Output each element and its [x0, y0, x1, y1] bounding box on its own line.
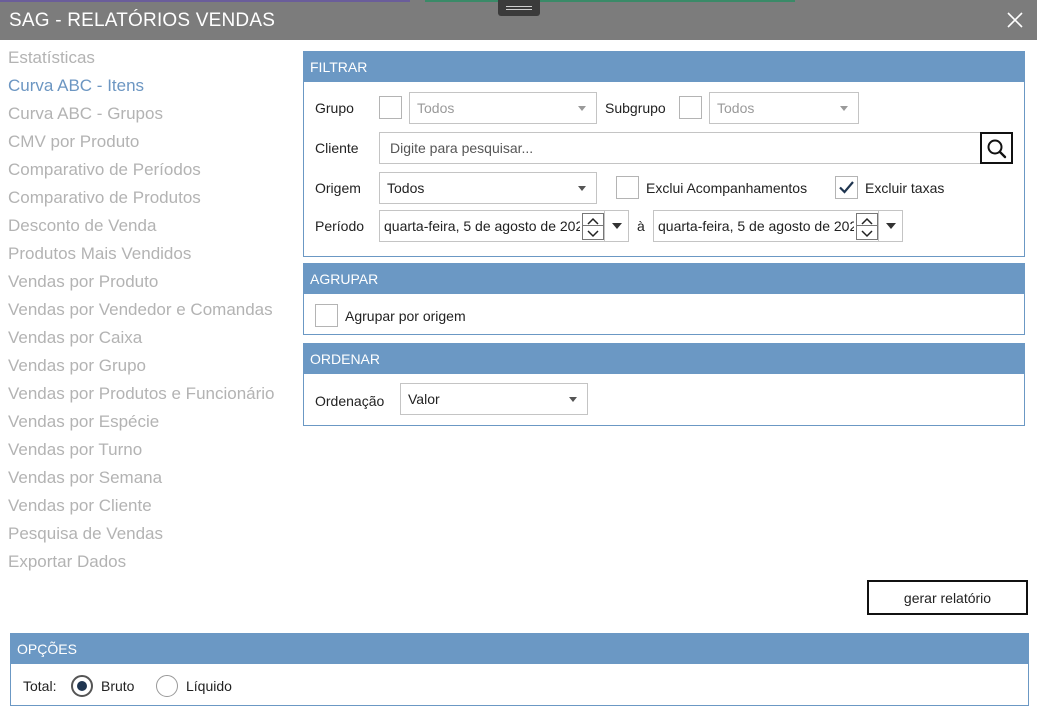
chevron-down-icon: [578, 106, 586, 111]
subgrupo-select-value: Todos: [717, 100, 755, 116]
window-title: SAG - RELATÓRIOS VENDAS: [9, 10, 276, 31]
date-from-picker[interactable]: quarta-feira, 5 de agosto de 2020: [379, 210, 629, 242]
sidebar-item-vendas-por-cliente[interactable]: Vendas por Cliente: [0, 494, 295, 522]
exclui-acompanhamentos-label: Exclui Acompanhamentos: [646, 180, 808, 196]
close-icon: [1007, 12, 1023, 28]
date-to-spinner: [856, 213, 878, 240]
date-to-increment[interactable]: [857, 214, 877, 226]
exclui-acompanhamentos-checkbox[interactable]: [616, 176, 639, 199]
generate-report-button[interactable]: gerar relatório: [867, 580, 1028, 615]
ordenacao-select-value: Valor: [408, 391, 440, 407]
date-to-value: quarta-feira, 5 de agosto de 2020: [658, 218, 854, 234]
options-panel-header: OPÇÕES: [11, 634, 1028, 664]
agrupar-por-origem-label: Agrupar por origem: [345, 308, 466, 324]
bruto-radio[interactable]: [71, 675, 93, 697]
chevron-down-icon: [578, 186, 586, 191]
sidebar-item-vendas-por-produto[interactable]: Vendas por Produto: [0, 270, 295, 298]
sidebar-item-vendas-por-produtos-funcionario[interactable]: Vendas por Produtos e Funcionário: [0, 382, 295, 410]
window-accent-strip: [0, 0, 410, 2]
liquido-radio[interactable]: [156, 675, 178, 697]
grupo-select[interactable]: Todos: [409, 92, 597, 124]
chevron-down-icon: [587, 230, 599, 238]
checkmark-icon: [839, 181, 854, 194]
report-sidebar: Estatísticas Curva ABC - Itens Curva ABC…: [0, 46, 295, 578]
sidebar-item-produtos-mais-vendidos[interactable]: Produtos Mais Vendidos: [0, 242, 295, 270]
filter-panel: FILTRAR Grupo Todos Subgrupo Todos Clien…: [303, 51, 1025, 257]
cliente-label: Cliente: [315, 140, 359, 156]
agrupar-por-origem-checkbox[interactable]: [315, 304, 338, 327]
chevron-down-icon: [840, 106, 848, 111]
date-from-spinner: [582, 213, 604, 240]
date-from-decrement[interactable]: [583, 227, 603, 239]
origem-label: Origem: [315, 180, 361, 196]
search-icon: [987, 139, 1007, 159]
sort-panel: ORDENAR Ordenação Valor: [303, 343, 1025, 426]
origem-select-value: Todos: [387, 180, 425, 196]
subgrupo-checkbox[interactable]: [679, 96, 702, 119]
filter-panel-header: FILTRAR: [304, 52, 1024, 82]
sidebar-item-curva-abc-grupos[interactable]: Curva ABC - Grupos: [0, 102, 295, 130]
drag-handle[interactable]: [498, 0, 540, 16]
cliente-search-input[interactable]: [379, 132, 981, 164]
date-to-picker[interactable]: quarta-feira, 5 de agosto de 2020: [653, 210, 903, 242]
date-from-calendar-toggle[interactable]: [604, 211, 628, 241]
window-accent-strip: [425, 0, 795, 2]
subgrupo-select[interactable]: Todos: [709, 92, 859, 124]
chevron-down-icon: [861, 230, 873, 238]
sort-panel-header: ORDENAR: [304, 344, 1024, 374]
ordenacao-select[interactable]: Valor: [400, 383, 588, 415]
ordenacao-label: Ordenação: [315, 393, 385, 409]
periodo-label: Período: [315, 218, 365, 234]
close-button[interactable]: [1003, 8, 1027, 32]
group-panel: AGRUPAR Agrupar por origem: [303, 263, 1025, 335]
sidebar-item-estatisticas[interactable]: Estatísticas: [0, 46, 295, 74]
sidebar-item-vendas-por-especie[interactable]: Vendas por Espécie: [0, 410, 295, 438]
sidebar-item-vendas-por-grupo[interactable]: Vendas por Grupo: [0, 354, 295, 382]
sidebar-item-cmv-por-produto[interactable]: CMV por Produto: [0, 130, 295, 158]
date-to-calendar-toggle[interactable]: [878, 211, 902, 241]
sidebar-item-exportar-dados[interactable]: Exportar Dados: [0, 550, 295, 578]
sidebar-item-vendas-por-semana[interactable]: Vendas por Semana: [0, 466, 295, 494]
sidebar-item-pesquisa-vendas[interactable]: Pesquisa de Vendas: [0, 522, 295, 550]
sidebar-item-desconto-venda[interactable]: Desconto de Venda: [0, 214, 295, 242]
title-bar: SAG - RELATÓRIOS VENDAS: [0, 0, 1037, 40]
chevron-up-icon: [587, 217, 599, 225]
excluir-taxas-checkbox[interactable]: [835, 176, 858, 199]
date-from-value: quarta-feira, 5 de agosto de 2020: [384, 218, 580, 234]
chevron-down-icon: [569, 397, 577, 402]
chevron-up-icon: [861, 217, 873, 225]
total-label: Total:: [23, 678, 57, 694]
date-separator: à: [637, 218, 645, 234]
group-panel-header: AGRUPAR: [304, 264, 1024, 294]
sidebar-item-curva-abc-itens[interactable]: Curva ABC - Itens: [0, 74, 295, 102]
options-panel: OPÇÕES Total: Bruto Líquido: [10, 633, 1029, 706]
sidebar-item-comparativo-produtos[interactable]: Comparativo de Produtos: [0, 186, 295, 214]
sidebar-item-vendas-por-caixa[interactable]: Vendas por Caixa: [0, 326, 295, 354]
grupo-select-value: Todos: [417, 100, 455, 116]
origem-select[interactable]: Todos: [379, 172, 597, 204]
date-from-increment[interactable]: [583, 214, 603, 226]
sidebar-item-vendas-por-turno[interactable]: Vendas por Turno: [0, 438, 295, 466]
bruto-label: Bruto: [101, 678, 135, 694]
liquido-label: Líquido: [186, 678, 232, 694]
date-to-decrement[interactable]: [857, 227, 877, 239]
subgrupo-label: Subgrupo: [605, 100, 666, 116]
excluir-taxas-label: Excluir taxas: [865, 180, 945, 196]
sidebar-item-vendas-por-vendedor[interactable]: Vendas por Vendedor e Comandas: [0, 298, 295, 326]
sidebar-item-comparativo-periodos[interactable]: Comparativo de Períodos: [0, 158, 295, 186]
grupo-label: Grupo: [315, 100, 354, 116]
cliente-search-button[interactable]: [980, 132, 1013, 164]
grupo-checkbox[interactable]: [379, 96, 402, 119]
